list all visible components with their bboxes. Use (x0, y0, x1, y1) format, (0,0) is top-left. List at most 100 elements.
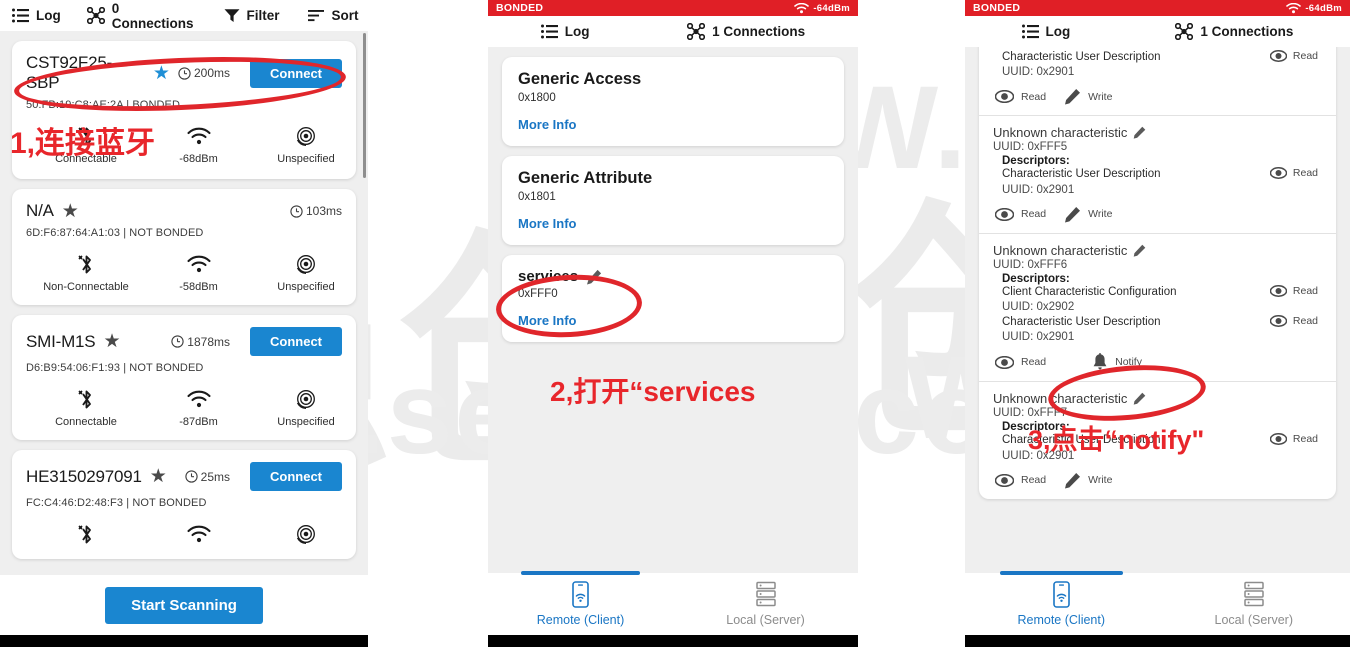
filter-funnel-icon (224, 8, 240, 23)
descriptor-uuid: UUID: 0x2902 (1002, 300, 1075, 313)
toolbar-connections-button[interactable]: 1 Connections (1167, 23, 1301, 40)
edit-pencil-icon[interactable] (586, 269, 602, 285)
action-notify-label: Notify (1115, 356, 1142, 369)
device-advertising (251, 521, 361, 547)
descriptor-name: Characteristic User Description (1002, 168, 1161, 181)
favorite-star-icon[interactable]: ★ (153, 64, 170, 83)
action-read[interactable]: Read (995, 473, 1047, 487)
eye-read-icon (1269, 167, 1287, 180)
toolbar-log-button[interactable]: Log (533, 24, 598, 39)
signal-wifi-icon (146, 123, 251, 149)
toolbar-log-button[interactable]: Log (4, 8, 69, 23)
device-card[interactable]: CST92F25-SBP ★ 200ms Connect 50:FB:19:C8… (12, 41, 356, 179)
service-card[interactable]: Generic Attribute 0x1801 More Info (502, 156, 844, 245)
service-list-scroll[interactable]: Generic Access 0x1800 More Info Generic … (488, 47, 858, 573)
device-rssi: -58dBm (146, 251, 251, 293)
start-scanning-button[interactable]: Start Scanning (105, 586, 263, 624)
tab-remote-client[interactable]: Remote (Client) (965, 571, 1158, 635)
action-write[interactable]: Write (1064, 472, 1112, 489)
bluetooth-icon (26, 386, 146, 412)
tab-local-server[interactable]: Local (Server) (673, 573, 858, 635)
action-read[interactable]: Read (995, 207, 1046, 221)
device-connectable (26, 521, 146, 547)
device-rssi: -87dBm (146, 386, 251, 428)
toolbar-connections-button[interactable]: 1 Connections (679, 23, 813, 40)
edit-pencil-icon (1064, 206, 1081, 223)
descriptor-read-action[interactable]: Read (1269, 433, 1322, 446)
device-card[interactable]: N/A ★ 103ms 6D:F6:87:64:A1:03 | NOT BOND… (12, 189, 356, 305)
connect-button[interactable]: Connect (250, 327, 342, 356)
tab-local-server[interactable]: Local (Server) (1158, 573, 1350, 635)
device-advertising: Unspecified (251, 251, 361, 293)
edit-pencil-icon[interactable] (1133, 244, 1146, 257)
favorite-star-icon[interactable]: ★ (103, 332, 120, 351)
broadcast-icon (251, 123, 361, 149)
tab-local-server-label: Local (Server) (726, 613, 805, 627)
characteristic-list-scroll[interactable]: Characteristic User Description UUID: 0x… (965, 47, 1350, 573)
action-write[interactable]: Write (1064, 88, 1112, 105)
action-write[interactable]: Write (1064, 206, 1112, 223)
more-info-link[interactable]: More Info (518, 216, 828, 231)
action-read[interactable]: Read (995, 90, 1046, 104)
connectable-label: Non-Connectable (43, 281, 129, 293)
latency-value: 25ms (200, 469, 230, 484)
action-read-label: Read (1021, 356, 1047, 369)
latency-indicator: 200ms (178, 66, 230, 80)
broadcast-icon (251, 386, 361, 412)
scan-bar: Start Scanning (0, 575, 368, 635)
server-stack-icon (755, 581, 777, 608)
descriptor-read-label: Read (1292, 433, 1318, 446)
log-list-icon (540, 24, 558, 39)
action-notify[interactable]: Notify (1092, 353, 1142, 371)
service-uuid: 0x1800 (518, 92, 556, 104)
device-card[interactable]: HE3150297091 ★ 25ms Connect FC:C4:46:D2:… (12, 450, 356, 559)
system-navbar (965, 635, 1350, 647)
characteristic-block[interactable]: Characteristic User Description UUID: 0x… (979, 47, 1336, 117)
characteristic-uuid: UUID: 0xFFF5 (993, 141, 1068, 154)
action-read-label: Read (1021, 474, 1047, 487)
status-rssi: -64dBm (1286, 2, 1342, 14)
right-phone-panel: BONDED -64dBm Log 1 Connections Characte… (965, 0, 1350, 647)
characteristic-block[interactable]: Unknown characteristic UUID: 0xFFF6 Desc… (979, 234, 1336, 383)
vertical-scrollbar[interactable] (363, 33, 366, 178)
eye-read-icon (995, 355, 1014, 369)
service-uuid: 0xFFF0 (518, 288, 558, 300)
favorite-star-icon[interactable]: ★ (150, 467, 167, 486)
toolbar-log-button[interactable]: Log (1014, 24, 1079, 39)
favorite-star-icon[interactable]: ★ (62, 202, 79, 221)
latency-indicator: 103ms (290, 204, 342, 218)
descriptor-read-action[interactable]: Read (1269, 315, 1322, 327)
status-rssi: -64dBm (794, 2, 850, 14)
device-card[interactable]: SMI-M1S ★ 1878ms Connect D6:B9:54:06:F1:… (12, 315, 356, 440)
descriptor-read-action[interactable]: Read (1269, 285, 1322, 297)
device-connectable: Connectable (26, 386, 146, 428)
action-write-label: Write (1088, 90, 1113, 103)
service-card-services[interactable]: services 0xFFF0 More Info (502, 255, 844, 342)
connect-button[interactable]: Connect (250, 58, 342, 88)
phone-remote-icon (571, 581, 590, 608)
characteristic-uuid: UUID: 0xFFF6 (993, 258, 1068, 271)
tab-remote-client[interactable]: Remote (Client) (488, 571, 673, 635)
toolbar-filter-button[interactable]: Filter (216, 8, 288, 23)
characteristic-title: Unknown characteristic (993, 391, 1128, 407)
service-card[interactable]: Generic Access 0x1800 More Info (502, 57, 844, 146)
device-rssi (146, 521, 251, 547)
bonded-badge: BONDED (496, 2, 544, 14)
characteristic-block[interactable]: Unknown characteristic UUID: 0xFFF7 Desc… (979, 382, 1336, 498)
more-info-link[interactable]: More Info (518, 117, 828, 132)
toolbar-sort-button[interactable]: Sort (300, 8, 367, 23)
device-list-scroll[interactable]: CST92F25-SBP ★ 200ms Connect 50:FB:19:C8… (0, 31, 368, 575)
advertising-label: Unspecified (277, 281, 335, 293)
descriptor-read-action[interactable]: Read (1269, 167, 1322, 180)
action-read[interactable]: Read (995, 355, 1047, 369)
characteristic-block[interactable]: Unknown characteristic UUID: 0xFFF5 Desc… (979, 116, 1336, 234)
edit-pencil-icon[interactable] (1133, 392, 1146, 405)
characteristic-card[interactable]: Characteristic User Description UUID: 0x… (979, 47, 1336, 499)
more-info-link[interactable]: More Info (518, 313, 828, 328)
edit-pencil-icon[interactable] (1133, 126, 1146, 139)
service-name-row: services (518, 268, 828, 285)
device-rssi: -68dBm (146, 123, 251, 165)
descriptor-read-action[interactable]: Read (1269, 50, 1322, 62)
toolbar-connections-button[interactable]: 0 Connections (79, 1, 202, 31)
connect-button[interactable]: Connect (250, 462, 342, 491)
